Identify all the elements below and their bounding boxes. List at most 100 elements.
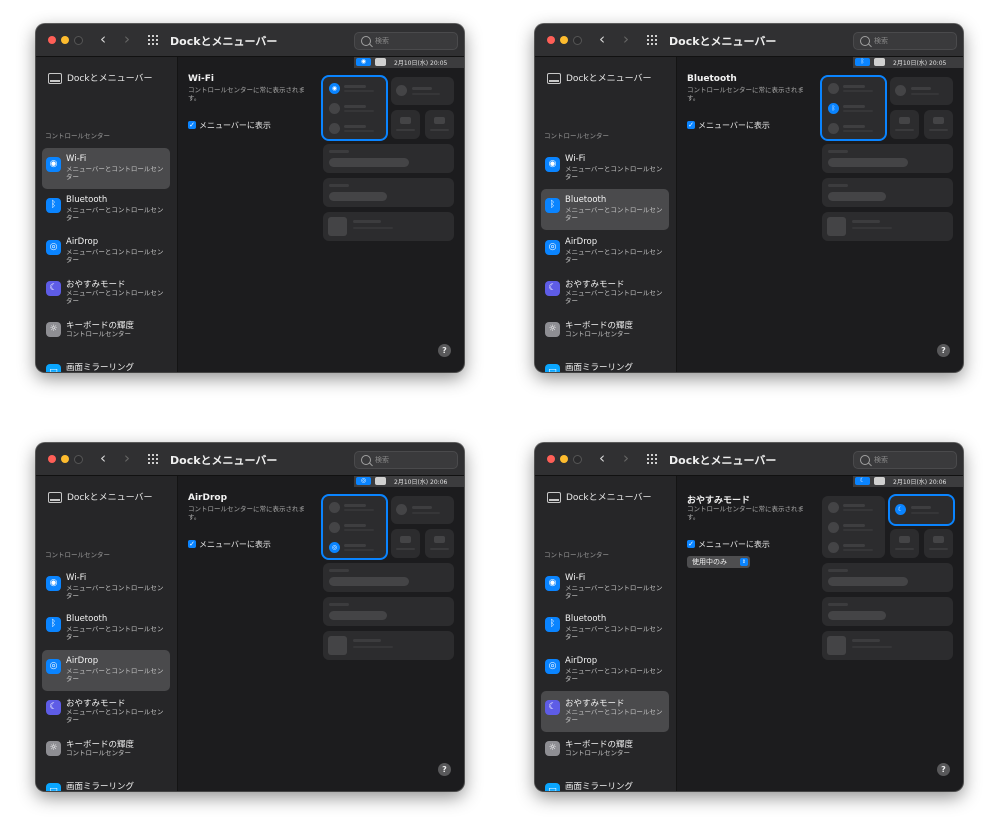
sidebar-item-airdrop[interactable]: ◎ AirDrop メニューバーとコントロールセンター: [541, 231, 669, 272]
sidebar-item-keyboard-brightness[interactable]: ☼ キーボードの輝度 コントロールセンター: [42, 313, 170, 354]
sidebar-item-moon[interactable]: ☾ おやすみモード メニューバーとコントロールセンター: [541, 272, 669, 313]
settings-window: ‹ › Dockとメニューバー Dockとメニューバーコントロールセンター ◉ Wi-Fi…: [36, 443, 464, 791]
dock-icon: [48, 73, 62, 84]
sidebar-item-wifi[interactable]: ◉ Wi-Fi メニューバーとコントロールセンター: [42, 567, 170, 608]
sidebar-item-label: 画面ミラーリング: [66, 362, 135, 373]
zoom-window-button[interactable]: [74, 36, 83, 45]
chevron-left-icon[interactable]: ‹: [599, 451, 605, 466]
help-button[interactable]: ?: [438, 763, 451, 776]
small-module: [391, 529, 420, 558]
checkmark-icon: ✓: [687, 540, 695, 548]
checkmark-icon: ✓: [687, 121, 695, 129]
sidebar-item-label: Dockとメニューバー: [566, 74, 652, 84]
show-all-grid-icon[interactable]: [647, 454, 658, 465]
search-input[interactable]: [874, 453, 952, 466]
sidebar-item-screen-mirroring[interactable]: ▭ 画面ミラーリングメニューバーとコントロールセンター: [42, 355, 170, 373]
sidebar-item-keyboard-brightness[interactable]: ☼ キーボードの輝度 コントロールセンター: [541, 732, 669, 773]
help-button[interactable]: ?: [937, 344, 950, 357]
chevron-left-icon[interactable]: ‹: [100, 32, 106, 47]
sidebar-item-wifi[interactable]: ◉ Wi-Fi メニューバーとコントロールセンター: [541, 148, 669, 189]
sidebar-item-keyboard-brightness[interactable]: ☼ キーボードの輝度 コントロールセンター: [42, 732, 170, 773]
chevron-left-icon[interactable]: ‹: [100, 451, 106, 466]
title-bar: ‹ › Dockとメニューバー: [36, 443, 464, 476]
focus-module: [391, 496, 454, 524]
minimize-window-button[interactable]: [61, 36, 69, 44]
sidebar-item-sublabel: メニューバーとコントロールセンター: [565, 791, 667, 792]
sidebar-item-airdrop[interactable]: ◎ AirDrop メニューバーとコントロールセンター: [42, 649, 170, 691]
sidebar-item-screen-mirroring[interactable]: ▭ 画面ミラーリングメニューバーとコントロールセンター: [541, 774, 669, 792]
control-center-icon: [375, 477, 386, 485]
show-mode-dropdown[interactable]: 使用中のみ ⇕: [687, 556, 750, 568]
sidebar-item-screen-mirroring[interactable]: ▭ 画面ミラーリングメニューバーとコントロールセンター: [42, 774, 170, 792]
sidebar-item-airdrop[interactable]: ◎ AirDrop メニューバーとコントロールセンター: [541, 650, 669, 691]
sidebar-item-label: Dockとメニューバー: [67, 493, 153, 503]
help-button[interactable]: ?: [438, 344, 451, 357]
sidebar-item-bluetooth[interactable]: ᛒ Bluetooth メニューバーとコントロールセンター: [541, 189, 669, 231]
search-input[interactable]: [874, 34, 952, 47]
module-row: [828, 83, 878, 94]
bluetooth-icon: ᛒ: [545, 198, 560, 214]
sidebar-item-label: 画面ミラーリング: [66, 781, 135, 792]
search-field[interactable]: [354, 32, 458, 50]
sidebar-item-bluetooth[interactable]: ᛒ Bluetooth メニューバーとコントロールセンター: [42, 608, 170, 649]
show-all-grid-icon[interactable]: [647, 35, 658, 46]
sidebar-item-bluetooth[interactable]: ᛒ Bluetooth メニューバーとコントロールセンター: [42, 189, 170, 230]
sidebar-item-wifi[interactable]: ◉ Wi-Fi メニューバーとコントロールセンター: [541, 567, 669, 608]
sidebar-item-screen-mirroring[interactable]: ▭ 画面ミラーリングメニューバーとコントロールセンター: [541, 355, 669, 372]
module-row: ◉: [329, 83, 379, 94]
close-window-button[interactable]: [547, 36, 555, 44]
menubar-clock: 2月10日(水) 20:06: [394, 479, 448, 486]
chevron-left-icon[interactable]: ‹: [599, 32, 605, 47]
wifi-icon: ◉: [46, 157, 61, 172]
sidebar-item-moon[interactable]: ☾ おやすみモード メニューバーとコントロールセンター: [42, 691, 170, 732]
control-center-icon: [874, 58, 885, 66]
connectivity-module: ◎: [321, 494, 388, 560]
menubar-preview: ◉ 2月10日(水) 20:05: [354, 57, 464, 68]
chevron-right-icon[interactable]: ›: [124, 32, 130, 47]
search-field[interactable]: [853, 451, 957, 469]
minimize-window-button[interactable]: [560, 36, 568, 44]
sidebar-item-wifi[interactable]: ◉ Wi-Fi メニューバーとコントロールセンター: [42, 148, 170, 189]
sidebar-item-keyboard-brightness[interactable]: ☼ キーボードの輝度 コントロールセンター: [541, 313, 669, 354]
close-window-button[interactable]: [547, 455, 555, 463]
slider-module: [323, 597, 454, 626]
small-module: [391, 110, 420, 139]
connectivity-module: ◉: [321, 75, 388, 141]
search-field[interactable]: [853, 32, 957, 50]
small-module: [425, 110, 454, 139]
show-all-grid-icon[interactable]: [148, 35, 159, 46]
help-button[interactable]: ?: [937, 763, 950, 776]
search-input[interactable]: [375, 453, 453, 466]
module-row: [329, 502, 379, 513]
show-all-grid-icon[interactable]: [148, 454, 159, 465]
close-window-button[interactable]: [48, 36, 56, 44]
sidebar-item-bluetooth[interactable]: ᛒ Bluetooth メニューバーとコントロールセンター: [541, 608, 669, 649]
zoom-window-button[interactable]: [573, 455, 582, 464]
chevron-right-icon[interactable]: ›: [623, 32, 629, 47]
minimize-window-button[interactable]: [61, 455, 69, 463]
module-toggle-icon: [329, 522, 340, 533]
sidebar-item-moon[interactable]: ☾ おやすみモード メニューバーとコントロールセンター: [42, 272, 170, 313]
module-row: [828, 542, 878, 553]
search-input[interactable]: [375, 34, 453, 47]
sidebar-item-sublabel: メニューバーとコントロールセンター: [66, 666, 164, 683]
sidebar-item-airdrop[interactable]: ◎ AirDrop メニューバーとコントロールセンター: [42, 231, 170, 272]
minimize-window-button[interactable]: [560, 455, 568, 463]
control-center-preview: ᛒ: [819, 70, 957, 244]
zoom-window-button[interactable]: [573, 36, 582, 45]
search-icon: [361, 455, 371, 465]
chevron-right-icon[interactable]: ›: [623, 451, 629, 466]
chevron-right-icon[interactable]: ›: [124, 451, 130, 466]
close-window-button[interactable]: [48, 455, 56, 463]
sidebar-item-label: Bluetooth: [565, 195, 607, 206]
zoom-window-button[interactable]: [74, 455, 83, 464]
window-title: Dockとメニューバー: [170, 35, 278, 48]
search-field[interactable]: [354, 451, 458, 469]
window-title: Dockとメニューバー: [170, 454, 278, 467]
sidebar-item-moon[interactable]: ☾ おやすみモード メニューバーとコントロールセンター: [541, 690, 669, 732]
sidebar: Dockとメニューバー コントロールセンター ◉ Wi-Fi メニューバーとコントロール…: [36, 476, 178, 791]
window-title: Dockとメニューバー: [669, 454, 777, 467]
sidebar-item-sublabel: コントロールセンター: [565, 330, 630, 339]
sidebar-item-sublabel: メニューバーとコントロールセンター: [66, 165, 164, 181]
moon-icon: ☾: [545, 280, 560, 296]
